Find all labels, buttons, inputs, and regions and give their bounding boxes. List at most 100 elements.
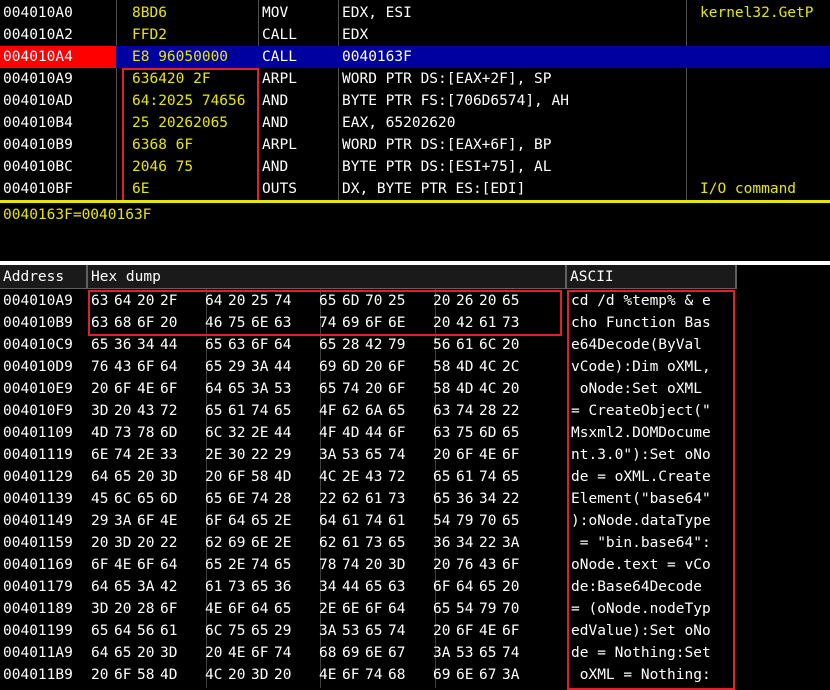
dump-byte: 74 — [388, 623, 406, 639]
dump-byte: 6E — [251, 315, 269, 331]
disassembly-pane[interactable]: 004010A0 8BD6 MOV EDX, ESI kernel32.GetP 0040… — [0, 0, 830, 203]
dump-byte: 64 — [91, 645, 109, 661]
dump-row[interactable]: 00401189 3D 20 28 6F 4E 6F 64 65 2E 6E 6F 64 65 54 79 70… — [0, 598, 830, 620]
dump-byte: 54 — [433, 513, 451, 529]
dump-row[interactable]: 004011B9 20 6F 58 4D 4C 20 3D 20 4E 6F 74 68 69 6E 67 3A… — [0, 664, 830, 686]
dump-byte: 64 — [228, 513, 246, 529]
dump-row[interactable]: 004011A9 64 65 20 3D 20 4E 6F 74 68 69 6E 67 3A 53 65 74… — [0, 642, 830, 664]
dump-row[interactable]: 004010F9 3D 20 43 72 65 61 74 65 4F 62 6A 65 63 74 28 22… — [0, 400, 830, 422]
dump-byte: 3A — [251, 381, 269, 397]
dump-byte: 46 — [205, 315, 223, 331]
dump-ascii: oXML = Nothing: — [571, 667, 711, 683]
dump-byte: 67 — [479, 667, 497, 683]
dump-byte: 63 — [274, 315, 292, 331]
dump-byte: 73 — [365, 535, 383, 551]
column-header-ascii[interactable]: ASCII — [567, 265, 737, 289]
dump-byte: 4D — [456, 359, 474, 375]
dump-byte: 56 — [433, 337, 451, 353]
dump-row[interactable]: 00401109 4D 73 78 6D 6C 32 2E 44 4F 4D 44 6F 63 75 6D 65… — [0, 422, 830, 444]
dump-byte: 2C — [502, 359, 520, 375]
dump-address: 004011B9 — [3, 667, 73, 683]
dump-byte: 53 — [342, 623, 360, 639]
dump-row[interactable]: 00401139 45 6C 65 6D 65 6E 74 28 22 62 61 73 65 36 34 22… — [0, 488, 830, 510]
dump-byte: 65 — [433, 469, 451, 485]
dump-byte: 22 — [479, 535, 497, 551]
dump-byte: 29 — [274, 623, 292, 639]
dump-byte: 74 — [251, 491, 269, 507]
disasm-comment — [700, 90, 830, 112]
dump-byte: 20 — [137, 645, 155, 661]
dump-byte: 20 — [433, 447, 451, 463]
disasm-row[interactable]: 004010BC 2046 75 AND BYTE PTR DS:[ESI+75], … — [0, 156, 830, 178]
dump-ascii: de = Nothing:Set — [571, 645, 711, 661]
dump-byte: 63 — [91, 315, 109, 331]
dump-byte: 61 — [342, 535, 360, 551]
dump-byte: 74 — [365, 667, 383, 683]
dump-byte: 65 — [251, 513, 269, 529]
dump-byte: 65 — [274, 557, 292, 573]
dump-byte: 65 — [365, 447, 383, 463]
dump-row[interactable]: 00401159 20 3D 20 22 62 69 6E 2E 62 61 73 65 36 34 22 3A… — [0, 532, 830, 554]
dump-byte: 4E — [319, 667, 337, 683]
dump-byte: 6C — [479, 337, 497, 353]
dump-byte: 64 — [114, 623, 132, 639]
dump-row[interactable]: 00401179 64 65 3A 42 61 73 65 36 34 44 65 63 6F 64 65 20… — [0, 576, 830, 598]
dump-byte: 58 — [251, 469, 269, 485]
dump-ascii: cho Function Bas — [571, 315, 711, 331]
dump-byte: 61 — [205, 579, 223, 595]
dump-byte: 28 — [342, 337, 360, 353]
dump-byte: 20 — [433, 293, 451, 309]
dump-byte: 56 — [137, 623, 155, 639]
dump-byte: 6C — [205, 623, 223, 639]
dump-row[interactable]: 00401149 29 3A 6F 4E 6F 64 65 2E 64 61 74 61 54 79 70 65… — [0, 510, 830, 532]
dump-byte: 6D — [160, 425, 178, 441]
disasm-row[interactable]: 004010A0 8BD6 MOV EDX, ESI kernel32.GetP — [0, 2, 830, 24]
dump-ascii: = "bin.base64": — [571, 535, 711, 551]
dump-byte: 65 — [319, 293, 337, 309]
dump-row[interactable]: 00401199 65 64 56 61 6C 75 65 29 3A 53 65 74 20 6F 4E 6F… — [0, 620, 830, 642]
column-header-address[interactable]: Address — [0, 265, 88, 289]
dump-byte: 74 — [319, 315, 337, 331]
disasm-mnemonic: OUTS — [262, 181, 297, 197]
dump-byte: 75 — [228, 315, 246, 331]
dump-row[interactable]: 004010A9 63 64 20 2F 64 20 25 74 65 6D 70 25 20 26 20 65… — [0, 290, 830, 312]
dump-byte: 73 — [388, 491, 406, 507]
dump-ascii: e64Decode(ByVal — [571, 337, 711, 353]
dump-byte: 20 — [205, 645, 223, 661]
disasm-row[interactable]: 004010A2 FFD2 CALL EDX — [0, 24, 830, 46]
dump-byte: 20 — [228, 293, 246, 309]
dump-byte: 53 — [274, 381, 292, 397]
hex-dump-pane[interactable]: Address Hex dump ASCII 004010A9 63 64 20 2F 6… — [0, 265, 830, 690]
disasm-row[interactable]: 004010BF 6E OUTS DX, BYTE PTR ES:[EDI] I/O c… — [0, 178, 830, 200]
dump-byte: 65 — [319, 337, 337, 353]
dump-byte: 6E — [228, 491, 246, 507]
info-pane: 0040163F=0040163F — [0, 203, 830, 263]
dump-row[interactable]: 00401169 6F 4E 6F 64 65 2E 74 65 78 74 20 3D 20 76 43 6F… — [0, 554, 830, 576]
disasm-row-selected[interactable]: 004010A4 E8 96050000 CALL 0040163F — [0, 46, 830, 68]
dump-byte: 6F — [137, 359, 155, 375]
dump-byte: 53 — [342, 447, 360, 463]
disasm-row[interactable]: 004010B4 25 20262065 AND EAX, 65202620 — [0, 112, 830, 134]
dump-byte: 6F — [388, 425, 406, 441]
dump-byte: 4D — [342, 425, 360, 441]
disasm-comment: I/O command — [700, 181, 797, 197]
disasm-row[interactable]: 004010AD 64:2025 74656 AND BYTE PTR FS:[706… — [0, 90, 830, 112]
dump-byte: 2E — [251, 425, 269, 441]
dump-byte: 20 — [205, 469, 223, 485]
dump-row[interactable]: 00401129 64 65 20 3D 20 6F 58 4D 4C 2E 43 72 65 61 74 65… — [0, 466, 830, 488]
dump-row[interactable]: 004010E9 20 6F 4E 6F 64 65 3A 53 65 74 20 6F 58 4D 4C 20… — [0, 378, 830, 400]
dump-byte: 65 — [479, 645, 497, 661]
dump-address: 00401189 — [3, 601, 73, 617]
dump-byte: 6E — [91, 447, 109, 463]
disasm-row[interactable]: 004010A9 636420 2F ARPL WORD PTR DS:[EAX+2F… — [0, 68, 830, 90]
dump-byte: 6C — [114, 491, 132, 507]
dump-row[interactable]: 00401119 6E 74 2E 33 2E 30 22 29 3A 53 65 74 20 6F 4E 6F… — [0, 444, 830, 466]
dump-byte: 65 — [205, 491, 223, 507]
disasm-row[interactable]: 004010B9 6368 6F ARPL WORD PTR DS:[EAX+6F],… — [0, 134, 830, 156]
dump-row[interactable]: 004010B9 63 68 6F 20 46 75 6E 63 74 69 6F 6E 20 42 61 73… — [0, 312, 830, 334]
dump-row[interactable]: 004010C9 65 36 34 44 65 63 6F 64 65 28 42 79 56 61 6C 20… — [0, 334, 830, 356]
dump-byte: 20 — [365, 381, 383, 397]
dump-row[interactable]: 004010D9 76 43 6F 64 65 29 3A 44 69 6D 20 6F 58 4D 4C 2C… — [0, 356, 830, 378]
disasm-hex: 64:2025 74656 — [132, 93, 246, 109]
column-header-hex-dump[interactable]: Hex dump — [88, 265, 567, 289]
